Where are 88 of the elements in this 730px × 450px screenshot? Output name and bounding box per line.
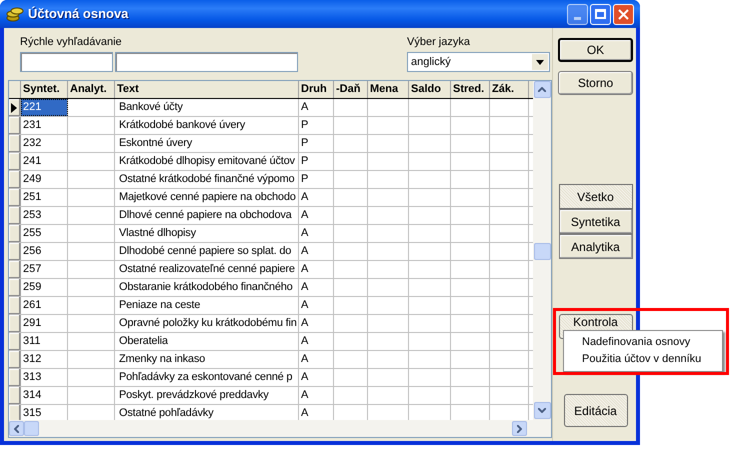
table-cell: A — [299, 315, 334, 332]
table-cell: A — [299, 297, 334, 314]
scroll-up-button[interactable] — [534, 81, 550, 98]
table-cell: A — [299, 279, 334, 296]
table-cell: Dlhodobé cenné papiere so splat. do — [115, 243, 299, 260]
filter-button[interactable]: Analytika — [558, 234, 632, 259]
column-header[interactable]: -Daň — [334, 81, 368, 98]
table-cell: Poskyt. prevádzkové preddavky — [115, 387, 299, 404]
table-cell: Pohľadávky za eskontované cenné p — [115, 369, 299, 386]
column-header[interactable]: Druh — [299, 81, 334, 98]
close-icon — [618, 8, 629, 20]
scroll-down-button[interactable] — [534, 402, 550, 419]
table-cell: 221 — [21, 99, 68, 116]
cancel-button[interactable]: Storno — [558, 71, 633, 95]
table-cell: 259 — [21, 279, 68, 296]
ok-button[interactable]: OK — [558, 38, 633, 62]
table-cell: Opravné položky ku krátkodobému fin — [115, 315, 299, 332]
table-cell: P — [299, 135, 334, 152]
text-search-field[interactable] — [115, 52, 298, 72]
table-cell: A — [299, 351, 334, 368]
column-header[interactable]: Syntet. — [21, 81, 68, 98]
table-cell: 256 — [21, 243, 68, 260]
column-header[interactable]: Stred. — [451, 81, 490, 98]
language-dropdown[interactable]: anglický — [407, 52, 550, 72]
table-cell: Krátkodobé dlhopisy emitované účtov — [115, 153, 299, 170]
close-button[interactable] — [613, 4, 634, 24]
syntet-search-field[interactable] — [20, 52, 113, 72]
row-indicator[interactable] — [9, 99, 21, 116]
horizontal-scrollbar[interactable] — [9, 420, 551, 437]
column-header[interactable]: Text — [115, 81, 299, 98]
row-pointer-icon — [11, 102, 17, 112]
table-cell: 253 — [21, 207, 68, 224]
table-cell: A — [299, 261, 334, 278]
table-cell: 251 — [21, 189, 68, 206]
table-cell: Vlastné dlhopisy — [115, 225, 299, 242]
table-cell: P — [299, 117, 334, 134]
table-cell: A — [299, 243, 334, 260]
table-cell: Majetkové cenné papiere na obchodo — [115, 189, 299, 206]
table-cell: Peniaze na ceste — [115, 297, 299, 314]
table-cell: Dlhové cenné papiere na obchodova — [115, 207, 299, 224]
coins-icon — [6, 6, 24, 22]
table-cell: 311 — [21, 333, 68, 350]
edit-button[interactable]: Editácia — [564, 394, 628, 427]
scroll-right-button[interactable] — [512, 421, 527, 436]
table-cell: P — [299, 171, 334, 188]
table-cell: 312 — [21, 351, 68, 368]
table-cell: Ostatné realizovateľné cenné papiere — [115, 261, 299, 278]
table-cell: A — [299, 99, 334, 116]
scroll-left-button[interactable] — [9, 421, 24, 436]
table-cell: A — [299, 225, 334, 242]
column-header[interactable]: Saldo — [409, 81, 451, 98]
minimize-button[interactable] — [567, 4, 588, 24]
table-cell: 255 — [21, 225, 68, 242]
table-cell: 314 — [21, 387, 68, 404]
column-header[interactable]: Mena — [368, 81, 409, 98]
scroll-thumb[interactable] — [24, 421, 39, 436]
table-cell: Ostatné krátkodobé finančné výpomo — [115, 171, 299, 188]
filter-button[interactable]: Syntetika — [558, 209, 632, 234]
menu-item[interactable]: Použitia účtov v denníku — [564, 351, 722, 368]
table-cell: A — [299, 333, 334, 350]
maximize-button[interactable] — [590, 4, 611, 24]
table-cell: Eskontné úvery — [115, 135, 299, 152]
table-cell: 257 — [21, 261, 68, 278]
table-cell: A — [299, 207, 334, 224]
quick-search-label: Rýchle vyhľadávanie — [20, 36, 123, 49]
table-cell: Krátkodobé bankové úvery — [115, 117, 299, 134]
table-cell: A — [299, 189, 334, 206]
column-header[interactable]: Analyt. — [68, 81, 115, 98]
table-cell: 241 — [21, 153, 68, 170]
table-cell: 249 — [21, 171, 68, 188]
table-cell: 291 — [21, 315, 68, 332]
filter-button[interactable]: Všetko — [558, 184, 632, 209]
table-cell: Obstaranie krátkodobého finančného — [115, 279, 299, 296]
language-label: Výber jazyka — [407, 36, 471, 49]
table-cell: 261 — [21, 297, 68, 314]
table-cell: 313 — [21, 369, 68, 386]
vertical-scrollbar[interactable] — [533, 81, 551, 420]
column-header[interactable]: Zák. — [490, 81, 529, 98]
table-cell: 232 — [21, 135, 68, 152]
table-cell: Oberatelia — [115, 333, 299, 350]
table-cell: A — [299, 369, 334, 386]
table-cell: Zmenky na inkaso — [115, 351, 299, 368]
table-cell: P — [299, 153, 334, 170]
table-cell: 231 — [21, 117, 68, 134]
table-cell: A — [299, 387, 334, 404]
table-cell: Bankové účty — [115, 99, 299, 116]
window-title: Účtovná osnova — [28, 5, 128, 24]
scroll-thumb[interactable] — [534, 243, 550, 260]
